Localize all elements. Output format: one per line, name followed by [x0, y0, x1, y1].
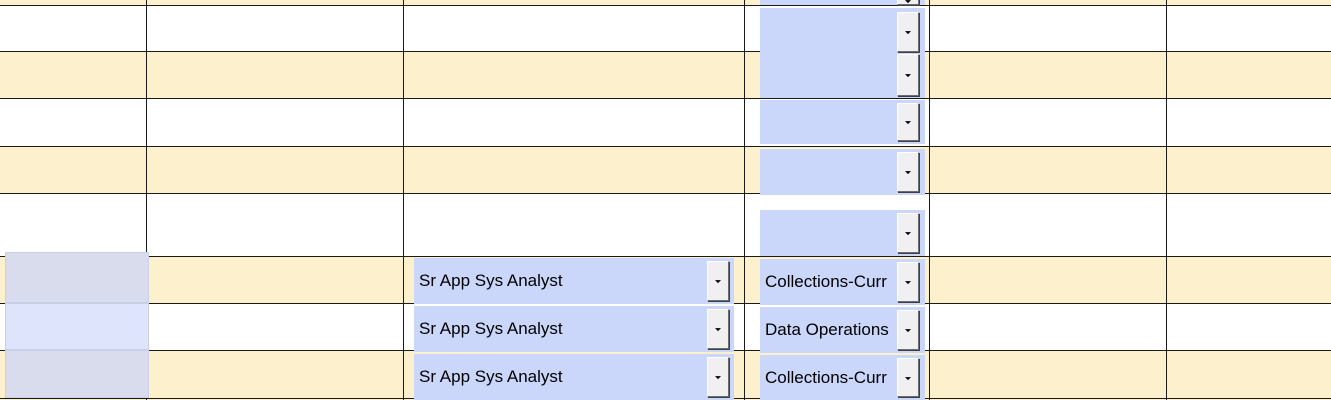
spreadsheet-grid: Sr App Sys Analyst Sr App Sys Analyst Sr…: [0, 0, 1331, 400]
department-dropdown[interactable]: Collections-Curr: [760, 259, 925, 305]
chevron-down-icon: [715, 376, 721, 380]
department-dropdown[interactable]: [760, 149, 925, 195]
row-band: [0, 5, 1331, 51]
department-dropdown[interactable]: [760, 210, 925, 256]
chevron-down-icon: [905, 232, 911, 236]
dropdown-button[interactable]: [897, 12, 919, 52]
dropdown-button[interactable]: [897, 262, 919, 302]
job-title-dropdown[interactable]: Sr App Sys Analyst: [414, 258, 734, 304]
grid-line: [0, 256, 1331, 257]
chevron-down-icon: [905, 281, 911, 285]
dropdown-button[interactable]: [897, 103, 919, 141]
department-value: Collections-Curr: [765, 367, 887, 387]
grid-line: [744, 0, 745, 400]
selected-cell[interactable]: [5, 252, 149, 303]
chevron-down-icon: [905, 74, 911, 78]
department-value: Data Operations: [765, 320, 889, 339]
job-title-dropdown[interactable]: Sr App Sys Analyst: [414, 354, 734, 400]
department-dropdown[interactable]: Collections-Curr: [760, 355, 925, 400]
chevron-down-icon: [905, 31, 911, 35]
job-title-value: Sr App Sys Analyst: [419, 367, 563, 386]
dropdown-button[interactable]: [897, 358, 919, 397]
chevron-down-icon: [905, 376, 911, 380]
job-title-value: Sr App Sys Analyst: [419, 271, 563, 290]
dropdown-button[interactable]: [897, 0, 919, 5]
grid-line: [0, 193, 1331, 194]
department-dropdown[interactable]: [760, 100, 925, 144]
chevron-down-icon: [905, 0, 911, 3]
grid-line: [1166, 0, 1167, 400]
selected-cell[interactable]: [5, 303, 149, 350]
grid-line: [929, 0, 930, 400]
row-band: [0, 51, 1331, 98]
grid-line: [0, 98, 1331, 99]
grid-line: [0, 146, 1331, 147]
dropdown-button[interactable]: [897, 152, 919, 192]
row-band: [0, 193, 1331, 256]
chevron-down-icon: [715, 280, 721, 284]
dropdown-button[interactable]: [707, 357, 729, 397]
grid-line: [403, 0, 404, 400]
job-title-value: Sr App Sys Analyst: [419, 319, 563, 338]
grid-line: [0, 51, 1331, 52]
dropdown-button[interactable]: [897, 54, 919, 96]
chevron-down-icon: [905, 329, 911, 333]
job-title-dropdown[interactable]: Sr App Sys Analyst: [414, 306, 734, 352]
dropdown-button[interactable]: [707, 261, 729, 301]
grid-line: [0, 5, 1331, 6]
department-dropdown[interactable]: [760, 0, 925, 5]
dropdown-button[interactable]: [707, 309, 729, 349]
dropdown-button[interactable]: [897, 213, 919, 253]
dropdown-button[interactable]: [897, 310, 919, 350]
department-value: Collections-Curr: [765, 272, 887, 291]
chevron-down-icon: [905, 121, 911, 125]
department-dropdown[interactable]: Data Operations: [760, 307, 925, 353]
row-band: [0, 98, 1331, 146]
chevron-down-icon: [905, 171, 911, 175]
chevron-down-icon: [715, 328, 721, 332]
department-dropdown[interactable]: [760, 8, 925, 98]
row-band: [0, 146, 1331, 193]
selected-cell[interactable]: [5, 350, 149, 398]
